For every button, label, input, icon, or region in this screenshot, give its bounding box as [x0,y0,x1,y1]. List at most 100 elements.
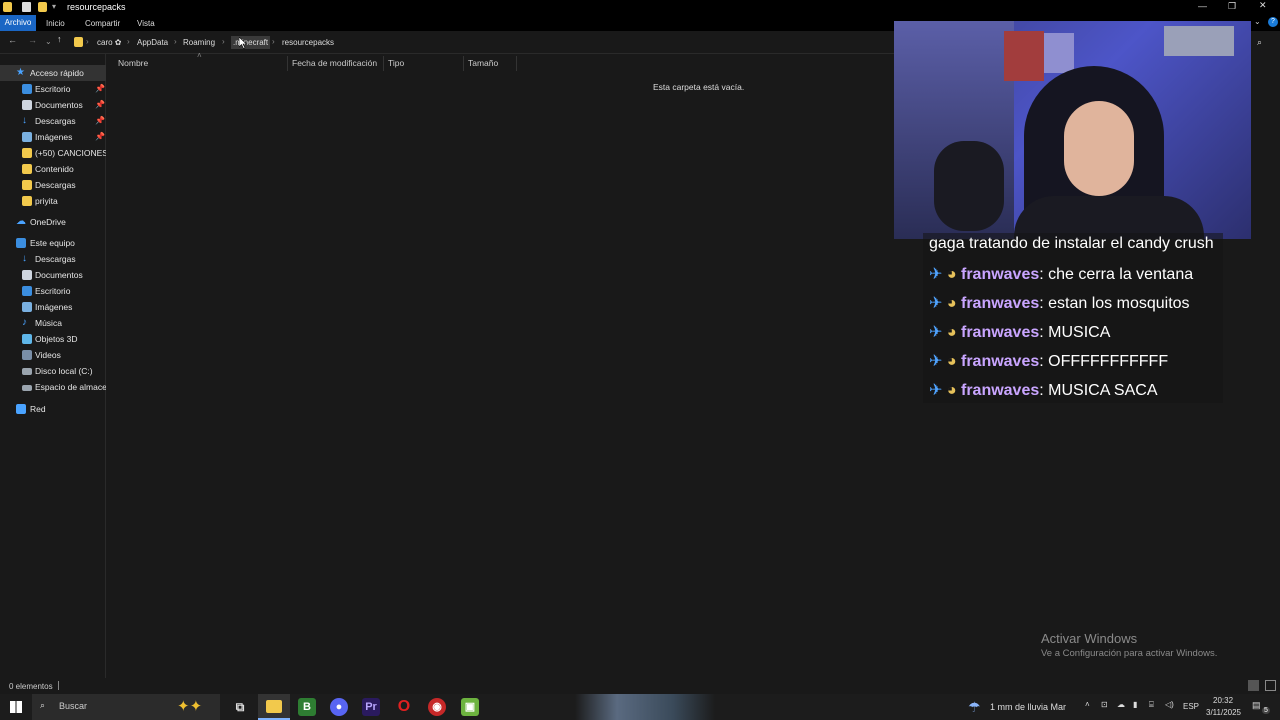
recent-locations-icon[interactable]: ⌄ [45,37,52,46]
help-icon[interactable]: ? [1268,17,1278,27]
nav-item-descargas-2[interactable]: Descargas [0,177,106,193]
pin-icon[interactable]: 📌 [95,97,105,113]
chevron-right-icon[interactable]: › [86,37,89,46]
close-button[interactable]: ✕ [1259,0,1267,11]
pin-icon[interactable]: 📌 [95,129,105,145]
restore-button[interactable]: ❐ [1228,1,1236,12]
pin-badge-icon: ✈ [929,295,943,312]
nav-pc-videos[interactable]: Videos [0,347,106,363]
qat-dropdown-icon[interactable]: ▾ [52,2,56,11]
nav-onedrive[interactable]: ☁ OneDrive [0,214,106,230]
tab-archivo[interactable]: Archivo [0,15,36,31]
empty-folder-message: Esta carpeta está vacía. [653,82,745,92]
nav-item-canciones[interactable]: (+50) CANCIONES ( [0,145,106,161]
chevron-right-icon[interactable]: › [272,37,275,46]
nav-network[interactable]: Red [0,401,106,417]
nav-item-imagenes[interactable]: Imágenes 📌 [0,129,106,145]
volume-icon[interactable]: ◁) [1165,700,1174,709]
onedrive-tray-icon[interactable]: ☁ [1117,700,1125,709]
nav-label: Este equipo [30,238,75,248]
column-tipo[interactable]: Tipo [388,58,404,70]
notifications-icon[interactable]: ▤ [1252,700,1261,711]
new-folder-icon[interactable] [38,2,47,12]
nav-pc-imagenes[interactable]: Imágenes [0,299,106,315]
tray-app-icon[interactable]: ⊡ [1101,700,1108,709]
discord-icon[interactable]: ● [330,698,348,716]
column-tamano[interactable]: Tamaño [468,58,498,70]
nav-pc-espacio[interactable]: Espacio de almacen [0,379,106,395]
activate-windows-title: Activar Windows [1041,631,1138,646]
taskbar-app-explorer[interactable] [258,694,290,720]
column-separator[interactable] [383,56,384,71]
column-separator[interactable] [516,56,517,71]
sort-ascending-icon: ˄ [197,51,202,60]
tab-inicio[interactable]: Inicio [46,19,65,28]
navigation-pane: ★ Acceso rápido Escritorio 📌 Documentos … [0,54,106,678]
minecraft-launcher-icon[interactable]: ▣ [461,698,479,716]
breadcrumb-caro[interactable]: caro ✿ [97,38,122,47]
opera-gx-icon[interactable]: O [395,698,413,716]
chair [934,141,1004,231]
search-icon[interactable]: ⌕ [1257,37,1262,48]
nav-pc-documentos[interactable]: Documentos [0,267,106,283]
minimize-button[interactable]: — [1198,1,1207,11]
taskbar-art [575,694,715,720]
clock-date[interactable]: 3/11/2025 [1206,708,1241,717]
breadcrumb-resourcepacks[interactable]: resourcepacks [282,38,334,47]
nav-this-pc[interactable]: Este equipo [0,235,106,251]
clock-time[interactable]: 20:32 [1213,696,1233,705]
taskbar-search[interactable]: ⌕ Buscar ✦✦ [32,694,220,720]
nav-pc-escritorio[interactable]: Escritorio [0,283,106,299]
desktop-icon [22,84,32,94]
breadcrumb-roaming[interactable]: Roaming [183,38,215,47]
tab-vista[interactable]: Vista [137,19,155,28]
details-view-icon[interactable] [1248,680,1259,691]
properties-icon[interactable] [22,2,31,12]
forward-button[interactable]: → [28,35,37,45]
up-button[interactable]: ↑ [57,34,62,44]
column-fecha[interactable]: Fecha de modificación [292,58,377,70]
app-b-icon[interactable]: B [298,698,316,716]
weather-rain-icon[interactable]: ☂ [968,699,981,716]
nav-pc-descargas[interactable]: ↓ Descargas [0,251,106,267]
breadcrumb-appdata[interactable]: AppData [137,38,168,47]
pin-icon[interactable]: 📌 [95,113,105,129]
column-separator[interactable] [287,56,288,71]
microphone-icon[interactable]: ▮ [1133,700,1137,709]
chat-text: : che cerra la ventana [1039,266,1194,283]
task-view-icon[interactable]: ⧉ [231,698,249,716]
nav-quick-access[interactable]: ★ Acceso rápido [0,65,106,81]
folder-icon [3,2,12,12]
nav-item-contenido[interactable]: Contenido [0,161,106,177]
column-separator[interactable] [463,56,464,71]
breadcrumb-minecraft[interactable]: .minecraft [231,36,271,49]
obs-icon[interactable]: ◉ [428,698,446,716]
chevron-right-icon[interactable]: › [127,37,130,46]
chevron-right-icon[interactable]: › [174,37,177,46]
address-bar-row: ← → ⌄ ↑ › caro ✿ › AppData › Roaming › .… [0,32,900,53]
nav-pc-objetos3d[interactable]: Objetos 3D [0,331,106,347]
windows-start-icon[interactable] [10,701,22,713]
chevron-up-icon[interactable]: ˄ [1085,700,1090,709]
nav-item-documentos[interactable]: Documentos 📌 [0,97,106,113]
chat-message: ✈ ◕ franwaves: che cerra la ventana [929,264,1193,284]
large-icons-view-icon[interactable] [1265,680,1276,691]
back-button[interactable]: ← [8,35,17,45]
language-indicator[interactable]: ESP [1183,702,1199,711]
tab-compartir[interactable]: Compartir [85,19,120,28]
premiere-pro-icon[interactable]: Pr [362,698,380,716]
nav-label: Objetos 3D [35,334,78,344]
weather-text[interactable]: 1 mm de lluvia Mar [990,702,1066,712]
chevron-right-icon[interactable]: › [222,37,225,46]
column-nombre[interactable]: Nombre [118,58,148,70]
nav-item-priyita[interactable]: priyita [0,193,106,209]
network-icon[interactable]: ⌸ [1149,700,1154,710]
nav-label: Documentos [35,100,83,110]
nav-pc-musica[interactable]: ♪ Música [0,315,106,331]
documents-icon [22,100,32,110]
nav-item-escritorio[interactable]: Escritorio 📌 [0,81,106,97]
pin-icon[interactable]: 📌 [95,81,105,97]
nav-pc-disco-local[interactable]: Disco local (C:) [0,363,106,379]
nav-item-descargas[interactable]: ↓ Descargas 📌 [0,113,106,129]
expand-ribbon-icon[interactable]: ⌄ [1254,17,1261,26]
